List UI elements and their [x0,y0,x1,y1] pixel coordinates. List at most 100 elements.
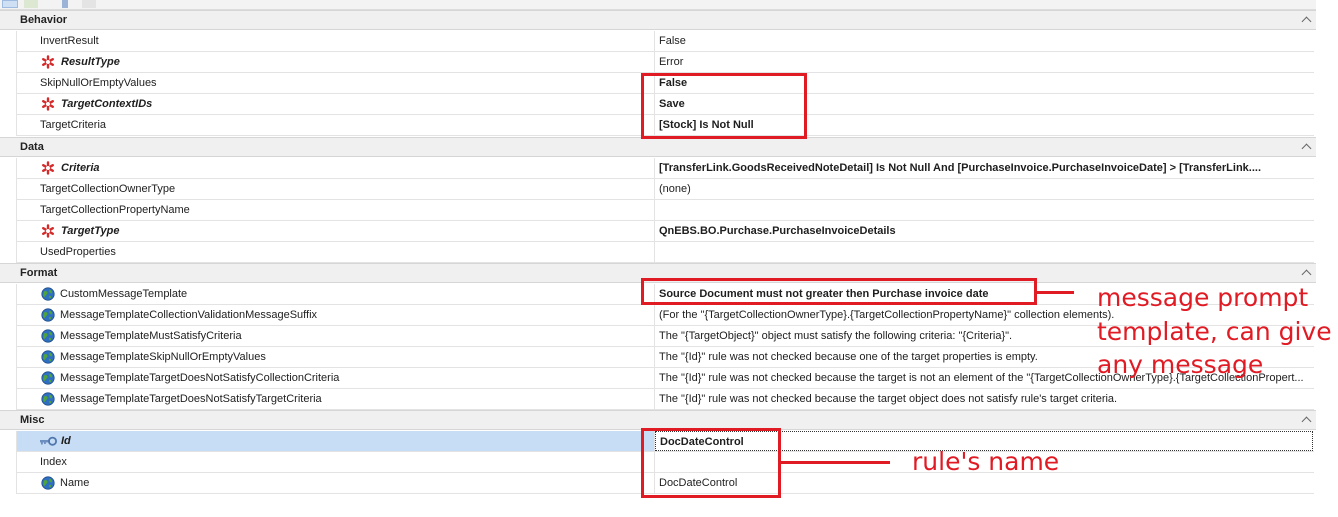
highlight-rule-name [641,428,781,498]
pointer-line-name [780,461,890,464]
annotation-rule-name: rule's name [912,447,1060,476]
property-name-cell[interactable]: MessageTemplateMustSatisfyCriteria [17,326,655,346]
annotation-message-line2: template, can give [1097,317,1332,346]
property-grid-toolbar [0,0,1316,10]
property-name-cell[interactable]: MessageTemplateSkipNullOrEmptyValues [17,347,655,367]
property-name: TargetContextIDs [61,98,153,110]
highlight-behavior-values [641,73,807,139]
property-value: [TransferLink.GoodsReceivedNoteDetail] I… [659,162,1262,174]
property-name: MessageTemplateTargetDoesNotSatisfyTarge… [60,393,322,405]
property-name: MessageTemplateTargetDoesNotSatisfyColle… [60,372,340,384]
highlight-custom-message [641,278,1037,305]
property-name-cell[interactable]: Id [17,431,655,451]
globe-icon [41,392,55,406]
property-value-cell[interactable]: The "{Id}" rule was not checked because … [655,389,1313,409]
globe-icon [41,350,55,364]
property-row[interactable]: UsedProperties [16,242,1314,263]
property-name: MessageTemplateCollectionValidationMessa… [60,309,318,321]
property-name: TargetCollectionPropertyName [40,204,190,216]
globe-icon [41,476,55,490]
annotation-message-line3: any message [1097,350,1264,379]
category-misc[interactable]: Misc [0,410,1316,430]
property-name: InvertResult [40,35,99,47]
property-name: Name [60,477,90,489]
property-row[interactable]: Criteria [TransferLink.GoodsReceivedNoteD… [16,158,1314,179]
property-name-cell[interactable]: TargetType [17,221,655,241]
property-name-cell[interactable]: Criteria [17,158,655,178]
property-name-cell[interactable]: TargetContextIDs [17,94,655,114]
property-row[interactable]: TargetCollectionOwnerType (none) [16,179,1314,200]
property-name-cell[interactable]: Index [17,452,655,472]
property-value: The "{Id}" rule was not checked because … [659,393,1118,405]
property-value-cell[interactable]: (none) [655,179,1313,199]
category-behavior[interactable]: Behavior [0,10,1316,30]
property-value: Error [659,56,684,68]
events-button[interactable] [82,0,96,8]
category-title: Misc [20,414,45,426]
property-name: CustomMessageTemplate [60,288,188,300]
property-name: MessageTemplateSkipNullOrEmptyValues [60,351,266,363]
property-row[interactable]: TargetCollectionPropertyName [16,200,1314,221]
required-asterisk-icon [42,161,55,175]
property-name-cell[interactable]: CustomMessageTemplate [17,284,655,304]
property-name: Criteria [61,162,100,174]
globe-icon [41,329,55,343]
property-value-cell[interactable]: [TransferLink.GoodsReceivedNoteDetail] I… [655,158,1313,178]
required-asterisk-icon [42,55,55,69]
globe-icon [41,308,55,322]
property-name-cell[interactable]: InvertResult [17,31,655,51]
property-value-cell[interactable]: Error [655,52,1313,72]
property-pages-button[interactable] [62,0,68,8]
property-name-cell[interactable]: MessageTemplateCollectionValidationMessa… [17,305,655,325]
property-name-cell[interactable]: MessageTemplateTargetDoesNotSatisfyTarge… [17,389,655,409]
category-data[interactable]: Data [0,137,1316,157]
required-asterisk-icon [42,224,55,238]
property-value: The "{TargetObject}" object must satisfy… [659,330,1013,342]
chevron-up-icon[interactable] [1301,16,1312,27]
property-name: TargetType [61,225,120,237]
property-name-cell[interactable]: TargetCollectionOwnerType [17,179,655,199]
property-value: False [659,35,686,47]
property-name-cell[interactable]: UsedProperties [17,242,655,262]
property-name-cell[interactable]: TargetCollectionPropertyName [17,200,655,220]
globe-icon [41,287,55,301]
chevron-up-icon[interactable] [1301,416,1312,427]
property-name: TargetCollectionOwnerType [40,183,176,195]
key-icon [40,436,57,446]
category-title: Behavior [20,14,68,26]
alphabetical-view-button[interactable] [24,0,38,8]
required-asterisk-icon [42,97,55,111]
property-value-cell[interactable]: False [655,31,1313,51]
category-title: Format [20,267,58,279]
property-name: MessageTemplateMustSatisfyCriteria [60,330,242,342]
property-name-cell[interactable]: ResultType [17,52,655,72]
property-value: The "{Id}" rule was not checked because … [659,351,1038,363]
property-name: Id [61,435,71,447]
property-name: TargetCriteria [40,119,107,131]
property-name: SkipNullOrEmptyValues [40,77,157,89]
property-row[interactable]: MessageTemplateTargetDoesNotSatisfyTarge… [16,389,1314,410]
property-name-cell[interactable]: MessageTemplateTargetDoesNotSatisfyColle… [17,368,655,388]
property-value: (none) [659,183,691,195]
property-name-cell[interactable]: SkipNullOrEmptyValues [17,73,655,93]
property-name: Index [40,456,67,468]
property-row[interactable]: InvertResult False [16,31,1314,52]
chevron-up-icon[interactable] [1301,143,1312,154]
property-name-cell[interactable]: TargetCriteria [17,115,655,135]
property-value-cell[interactable] [655,200,1313,220]
annotation-message-line1: message prompt [1097,283,1309,312]
property-value: (For the "{TargetCollectionOwnerType}.{T… [659,309,1115,321]
property-row[interactable]: ResultType Error [16,52,1314,73]
property-value-cell[interactable]: QnEBS.BO.Purchase.PurchaseInvoiceDetails [655,221,1313,241]
property-name-cell[interactable]: Name [17,473,655,493]
property-name: ResultType [61,56,120,68]
property-value: QnEBS.BO.Purchase.PurchaseInvoiceDetails [659,225,896,237]
property-row[interactable]: TargetType QnEBS.BO.Purchase.PurchaseInvo… [16,221,1314,242]
property-name: UsedProperties [40,246,116,258]
globe-icon [41,371,55,385]
pointer-line-message [1036,291,1074,294]
chevron-up-icon[interactable] [1301,269,1312,280]
categorized-view-button[interactable] [2,0,18,8]
property-value-cell[interactable] [655,242,1313,262]
category-title: Data [20,141,44,153]
